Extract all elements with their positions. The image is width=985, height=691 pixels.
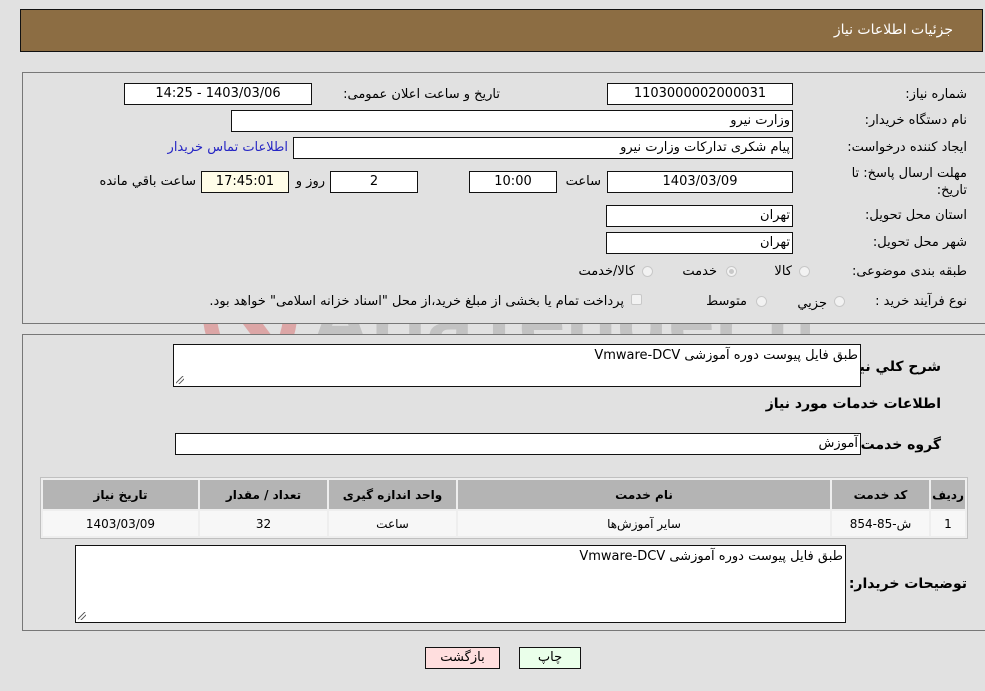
requester-field: پیام شکری تدارکات وزارت نیرو bbox=[293, 137, 793, 159]
category-label: طبقه بندی موضوعی: bbox=[851, 264, 967, 279]
summary-text: طبق فایل پیوست دوره آموزشی Vmware-DCV bbox=[594, 348, 858, 363]
services-table: ردیف کد خدمت نام خدمت واحد اندازه گیری ت… bbox=[40, 477, 968, 539]
buyer-org-label: نام دستگاه خریدار: bbox=[864, 113, 967, 128]
days-label: روز و bbox=[295, 174, 325, 189]
col-header-service-name: نام خدمت bbox=[458, 480, 830, 509]
print-button[interactable]: چاپ bbox=[519, 647, 581, 669]
category-service-radio[interactable] bbox=[726, 266, 737, 277]
col-header-unit: واحد اندازه گیری bbox=[329, 480, 456, 509]
announce-datetime-field: 1403/03/06 - 14:25 bbox=[124, 83, 312, 105]
process-medium-label: متوسط bbox=[706, 294, 747, 309]
deadline-time-field: 10:00 bbox=[469, 171, 557, 193]
deadline-date-field: 1403/03/09 bbox=[607, 171, 793, 193]
treasury-note: پرداخت تمام یا بخشی از مبلغ خرید،از محل … bbox=[209, 294, 624, 309]
days-remaining-field: 2 bbox=[330, 171, 418, 193]
service-group-label: گروه خدمت: bbox=[855, 437, 941, 453]
announce-datetime-label: تاریخ و ساعت اعلان عمومی: bbox=[343, 87, 500, 102]
deadline-time-label: ساعت bbox=[565, 174, 601, 189]
category-goods-service-radio[interactable] bbox=[642, 266, 653, 277]
col-header-row-number: ردیف bbox=[931, 480, 965, 509]
cell-service-code: ش-85-854 bbox=[832, 511, 929, 536]
process-medium-radio[interactable] bbox=[756, 296, 767, 307]
time-remaining-field: 17:45:01 bbox=[201, 171, 289, 193]
col-header-need-date: تاریخ نیاز bbox=[43, 480, 198, 509]
time-remaining-label: ساعت باقي مانده bbox=[99, 174, 196, 189]
back-button[interactable]: بازگشت bbox=[425, 647, 500, 669]
need-number-label: شماره نیاز: bbox=[905, 87, 967, 102]
requester-label: ایجاد کننده درخواست: bbox=[847, 140, 967, 155]
city-field: تهران bbox=[606, 232, 793, 254]
services-section-title: اطلاعات خدمات مورد نیاز bbox=[765, 396, 941, 412]
cell-unit: ساعت bbox=[329, 511, 456, 536]
buyer-notes-label: توضیحات خریدار: bbox=[848, 576, 967, 592]
cell-need-date: 1403/03/09 bbox=[43, 511, 198, 536]
page-header: جزئیات اطلاعات نیاز bbox=[20, 9, 983, 52]
category-goods-radio[interactable] bbox=[799, 266, 810, 277]
cell-quantity: 32 bbox=[200, 511, 327, 536]
resize-handle-icon[interactable] bbox=[176, 376, 184, 384]
col-header-quantity: تعداد / مقدار bbox=[200, 480, 327, 509]
col-header-service-code: کد خدمت bbox=[832, 480, 929, 509]
summary-textarea[interactable]: طبق فایل پیوست دوره آموزشی Vmware-DCV bbox=[173, 344, 861, 387]
services-panel: شرح كلي نياز: طبق فایل پیوست دوره آموزشی… bbox=[22, 334, 985, 631]
need-details-panel: شماره نیاز: 1103000002000031 تاریخ و ساع… bbox=[22, 72, 985, 324]
category-goods-service-label: کالا/خدمت bbox=[578, 264, 635, 279]
need-number-field: 1103000002000031 bbox=[607, 83, 793, 105]
buyer-org-field: وزارت نیرو bbox=[231, 110, 793, 132]
deadline-label: مهلت ارسال پاسخ: تا تاریخ: bbox=[851, 166, 967, 198]
resize-handle-icon[interactable] bbox=[78, 612, 86, 620]
page-title: جزئیات اطلاعات نیاز bbox=[833, 22, 953, 38]
city-label: شهر محل تحویل: bbox=[872, 235, 967, 250]
category-goods-label: کالا bbox=[774, 264, 792, 279]
buyer-notes-textarea[interactable]: طبق فایل پیوست دوره آموزشی Vmware-DCV bbox=[75, 545, 846, 623]
province-field: تهران bbox=[606, 205, 793, 227]
treasury-checkbox[interactable] bbox=[631, 294, 642, 305]
buyer-contact-link[interactable]: اطلاعات تماس خریدار bbox=[168, 140, 288, 155]
process-type-label: نوع فرآیند خرید : bbox=[875, 294, 967, 309]
province-label: استان محل تحویل: bbox=[865, 208, 967, 223]
table-row: 1 ش-85-854 سایر آموزش‌ها ساعت 32 1403/03… bbox=[43, 511, 965, 536]
process-minor-radio[interactable] bbox=[834, 296, 845, 307]
category-service-label: خدمت bbox=[682, 264, 717, 279]
process-minor-label: جزیي bbox=[797, 296, 827, 311]
table-header-row: ردیف کد خدمت نام خدمت واحد اندازه گیری ت… bbox=[43, 480, 965, 509]
buyer-notes-text: طبق فایل پیوست دوره آموزشی Vmware-DCV bbox=[579, 549, 843, 564]
cell-row-number: 1 bbox=[931, 511, 965, 536]
cell-service-name: سایر آموزش‌ها bbox=[458, 511, 830, 536]
service-group-field: آموزش bbox=[175, 433, 861, 455]
